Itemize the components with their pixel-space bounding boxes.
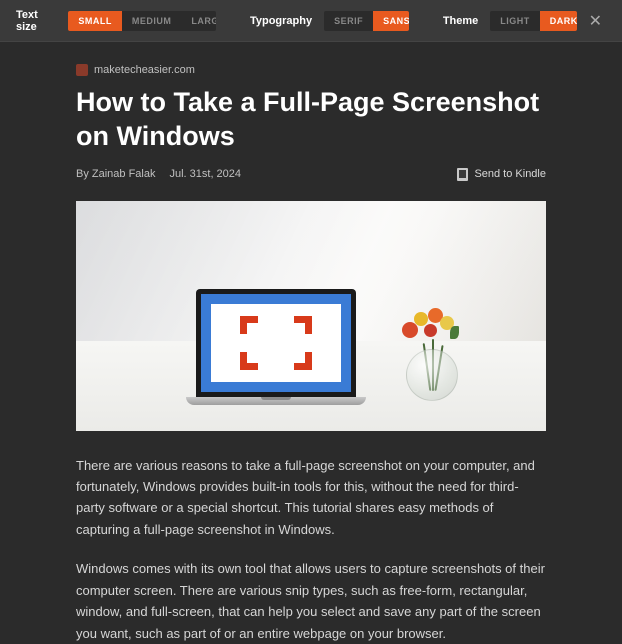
- paragraph-1: There are various reasons to take a full…: [76, 455, 546, 541]
- screenshot-bracket-icon: [240, 316, 312, 370]
- site-source: maketecheasier.com: [76, 64, 546, 76]
- send-to-kindle-label: Send to Kindle: [474, 168, 546, 180]
- author-byline: By Zainab Falak: [76, 168, 155, 180]
- text-size-small[interactable]: SMALL: [68, 11, 122, 31]
- article-content: maketecheasier.com How to Take a Full-Pa…: [76, 42, 546, 644]
- close-icon[interactable]: ✕: [585, 7, 606, 35]
- text-size-group: SMALL MEDIUM LARGE: [68, 11, 216, 31]
- text-size-label: Text size: [16, 9, 56, 33]
- article-meta: By Zainab Falak Jul. 31st, 2024 Send to …: [76, 168, 546, 181]
- typography-label: Typography: [250, 15, 312, 27]
- typography-sans[interactable]: SANS: [373, 11, 409, 31]
- send-to-kindle-button[interactable]: Send to Kindle: [457, 168, 546, 181]
- text-size-medium[interactable]: MEDIUM: [122, 11, 182, 31]
- publish-date: Jul. 31st, 2024: [169, 168, 241, 180]
- reader-toolbar: Text size SMALL MEDIUM LARGE Typography …: [0, 0, 622, 42]
- theme-group: LIGHT DARK: [490, 11, 576, 31]
- text-size-large[interactable]: LARGE: [181, 11, 216, 31]
- kindle-icon: [457, 168, 468, 181]
- theme-label: Theme: [443, 15, 478, 27]
- site-domain: maketecheasier.com: [94, 64, 195, 76]
- paragraph-2: Windows comes with its own tool that all…: [76, 558, 546, 644]
- hero-image: [76, 201, 546, 431]
- favicon-icon: [76, 64, 88, 76]
- page-title: How to Take a Full-Page Screenshot on Wi…: [76, 86, 546, 154]
- laptop-illustration: [186, 289, 366, 405]
- flower-vase-illustration: [396, 326, 466, 401]
- typography-serif[interactable]: SERIF: [324, 11, 373, 31]
- theme-light[interactable]: LIGHT: [490, 11, 540, 31]
- theme-dark[interactable]: DARK: [540, 11, 577, 31]
- typography-group: SERIF SANS: [324, 11, 409, 31]
